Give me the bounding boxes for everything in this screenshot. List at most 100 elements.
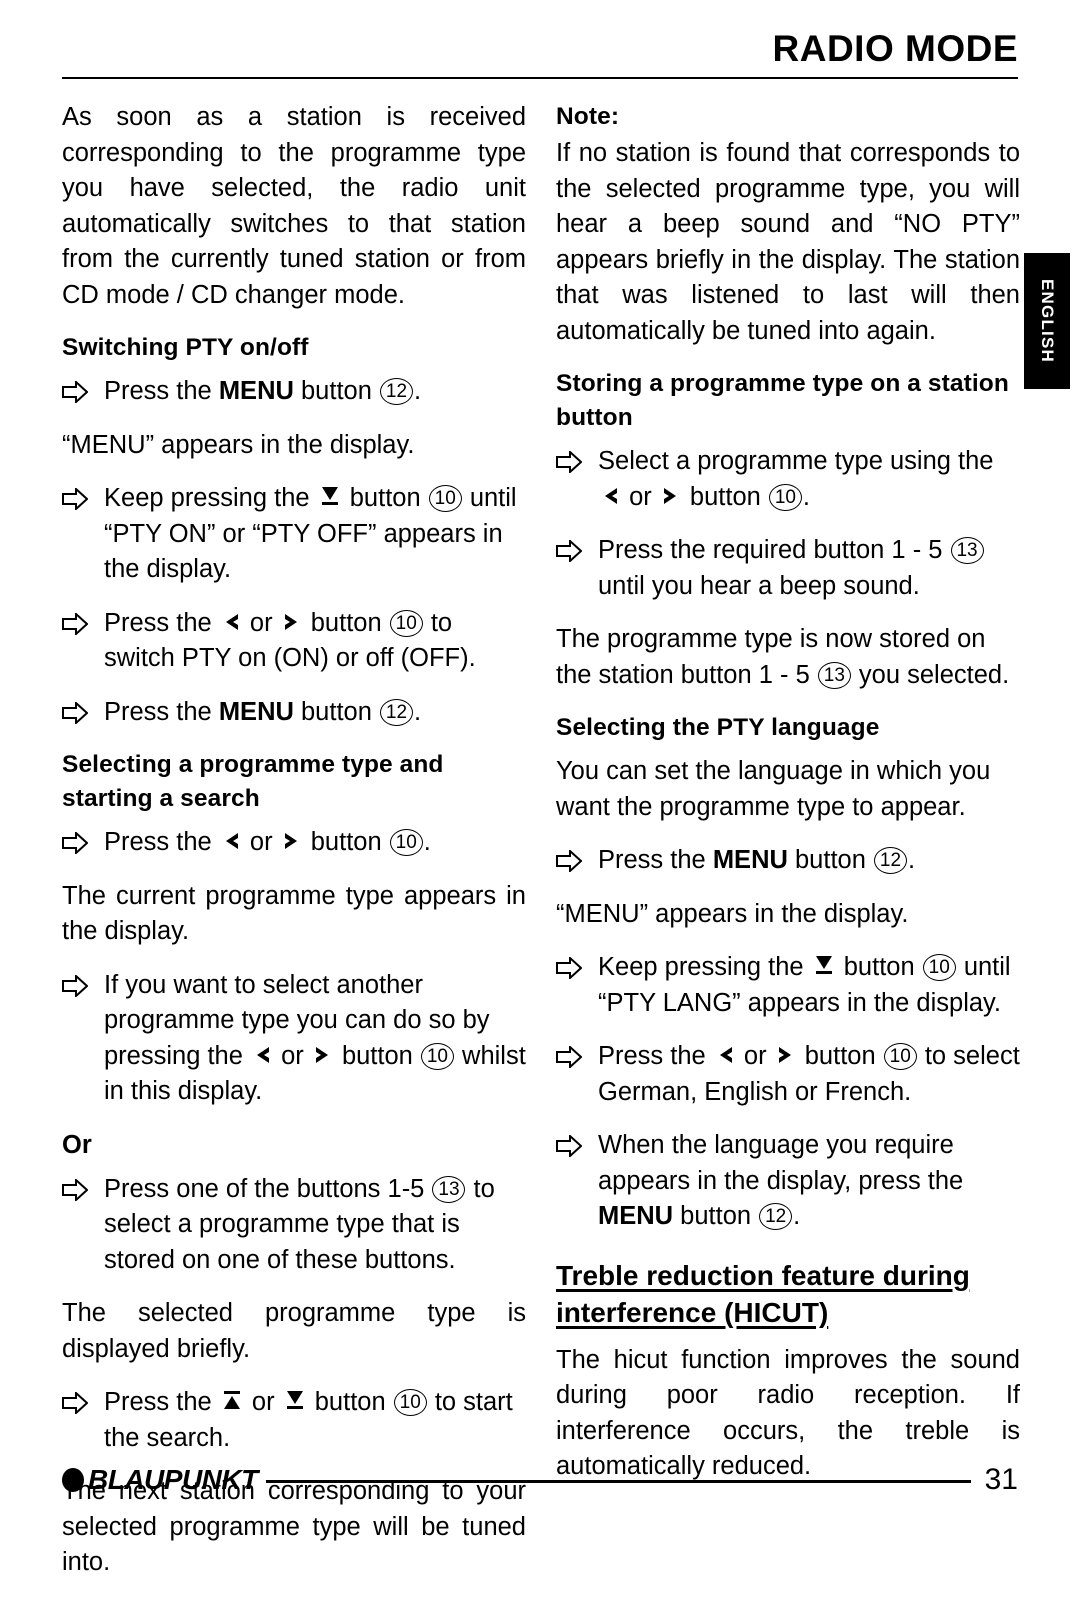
hollow-right-arrow-icon: [556, 1135, 582, 1157]
right-chevron-glyph: [662, 486, 680, 506]
step-text-post: until you hear a beep sound.: [598, 571, 920, 600]
heading-note: Note:: [556, 103, 620, 130]
current-type-paragraph: The current programme type appears in th…: [62, 881, 526, 946]
step-text-post: .: [793, 1202, 801, 1230]
ref-number-13: 13: [950, 537, 984, 564]
heading-pty-language: Selecting the PTY language: [556, 714, 880, 741]
step-press-required-button: Press the required button 1 - 5 13 until…: [556, 533, 1020, 604]
ref-number-10: 10: [922, 954, 956, 981]
hollow-right-arrow-icon: [556, 540, 582, 562]
hollow-right-arrow-icon: [556, 850, 582, 872]
ref-number-13: 13: [432, 1175, 466, 1203]
step-text-post: .: [413, 377, 422, 405]
down-arrow-glyph: [814, 954, 834, 976]
step-text-mid2: button: [797, 1042, 883, 1070]
ref-number-12: 12: [379, 378, 413, 405]
ref-number-10: 10: [768, 483, 802, 511]
page-footer: BLAUPUNKT 31: [62, 1463, 1018, 1497]
step-text-post: .: [413, 697, 422, 726]
ref-number-12: 12: [759, 1203, 793, 1230]
step-confirm-language-menu: When the language you require appears in…: [556, 1128, 1020, 1235]
hollow-right-arrow-icon: [556, 1046, 582, 1068]
intro-paragraph: As soon as a station is received corresp…: [62, 103, 526, 309]
language-intro-paragraph: You can set the language in which you wa…: [556, 757, 991, 821]
heading-storing-programme-type: Storing a programme type on a station bu…: [556, 370, 1009, 431]
step-text-post: .: [907, 846, 916, 874]
step-text-mid: or: [274, 1041, 311, 1070]
down-arrow-glyph: [285, 1389, 305, 1411]
step-text-mid2: button: [682, 482, 768, 511]
blaupunkt-logo: BLAUPUNKT: [62, 1464, 266, 1496]
step-text-pre: Press the: [104, 377, 219, 405]
heading-selecting-programme-type: Selecting a programme type and starting …: [62, 751, 444, 812]
step-text-mid: or: [622, 482, 659, 511]
step-press-buttons-1-5: Press one of the buttons 1-5 13 to selec…: [62, 1172, 526, 1279]
stored-paragraph: The programme type is now stored on the …: [556, 622, 1020, 693]
step-text-pre: Press the: [598, 1042, 713, 1070]
heading-switching-pty: Switching PTY on/off: [62, 334, 309, 361]
blaupunkt-wordmark: BLAUPUNKT: [88, 1464, 258, 1495]
step-text-mid: button: [836, 953, 922, 981]
heading-or: Or: [62, 1130, 92, 1159]
step-text-pre: Press the: [104, 1388, 219, 1416]
hollow-right-arrow-icon: [62, 381, 88, 403]
step-text-pre: Keep pressing the: [104, 484, 317, 512]
hollow-right-arrow-icon: [62, 488, 88, 510]
step-text-mid: or: [242, 608, 280, 637]
hollow-right-arrow-icon: [62, 974, 88, 997]
note-menu-display-1: “MENU” appears in the display.: [62, 430, 415, 459]
left-chevron-glyph: [716, 1045, 734, 1065]
step-text-pre: Press the required button 1 - 5: [598, 536, 950, 564]
step-text-pre: Press the: [104, 608, 219, 637]
left-chevron-glyph: [222, 831, 240, 851]
step-text-pre: When the language you require appears in…: [598, 1131, 964, 1195]
manual-page: RADIO MODE ENGLISH As soon as a station …: [0, 0, 1080, 1576]
note-paragraph: If no station is found that corresponds …: [556, 139, 1020, 345]
right-column: Note: If no station is found that corres…: [556, 100, 1020, 1503]
hollow-right-arrow-icon: [62, 701, 88, 724]
hollow-right-arrow-icon: [62, 1392, 88, 1414]
right-chevron-glyph: [283, 612, 301, 632]
step-text-pre: Keep pressing the: [598, 953, 811, 981]
step-keep-pressing-down-lang: Keep pressing the button 10 until “PTY L…: [556, 950, 1020, 1021]
step-text-mid2: button: [303, 828, 389, 856]
step-text-pre: Press the: [104, 697, 219, 726]
page-header: RADIO MODE: [62, 30, 1018, 79]
hollow-right-arrow-icon: [556, 957, 582, 979]
step-keep-pressing-down: Keep pressing the button 10 until “PTY O…: [62, 481, 526, 588]
step-text-mid2: button: [303, 608, 389, 637]
step-text-mid: button: [293, 697, 379, 726]
note-menu-display-2: “MENU” appears in the display.: [556, 899, 909, 928]
heading-treble-reduction-hicut: Treble reduction feature during interfer…: [556, 1259, 970, 1328]
menu-keyword: MENU: [218, 377, 294, 405]
step-text-pre: Press one of the buttons 1-5: [104, 1174, 432, 1203]
header-divider: [62, 77, 1018, 79]
step-select-type-left-right: Select a programme type using the or but…: [556, 444, 1020, 515]
step-text-pre: Select a programme type using the: [598, 447, 994, 475]
left-chevron-glyph: [222, 612, 240, 632]
left-column: As soon as a station is received corresp…: [62, 100, 526, 1599]
stored-text-post: you selected.: [851, 660, 1010, 689]
left-chevron-glyph: [253, 1045, 271, 1065]
step-text-pre: Press the: [104, 828, 219, 856]
step-press-menu-2: Press the MENU button 12.: [62, 695, 526, 731]
hollow-right-arrow-icon: [62, 832, 88, 854]
step-press-up-down-search: Press the or button 10 to start the sear…: [62, 1385, 526, 1456]
step-text-mid: or: [244, 1388, 282, 1416]
page-title: RADIO MODE: [772, 28, 1018, 69]
menu-keyword: MENU: [598, 1202, 674, 1230]
menu-keyword: MENU: [218, 697, 294, 726]
down-arrow-glyph: [320, 485, 340, 507]
step-press-left-right-select: Press the or button 10.: [62, 825, 526, 861]
step-press-menu-1: Press the MENU button 12.: [62, 374, 526, 410]
step-text-post: .: [423, 828, 431, 856]
step-text-mid: or: [736, 1042, 774, 1070]
language-tab-label: ENGLISH: [1038, 279, 1057, 363]
hollow-right-arrow-icon: [62, 612, 88, 635]
step-press-menu-3: Press the MENU button 12.: [556, 843, 1020, 879]
right-chevron-glyph: [314, 1045, 332, 1065]
right-chevron-glyph: [283, 831, 301, 851]
step-text-mid2: button: [334, 1041, 420, 1070]
step-text-mid: button: [342, 484, 428, 512]
displayed-briefly-paragraph: The selected programme type is displayed…: [62, 1299, 526, 1363]
